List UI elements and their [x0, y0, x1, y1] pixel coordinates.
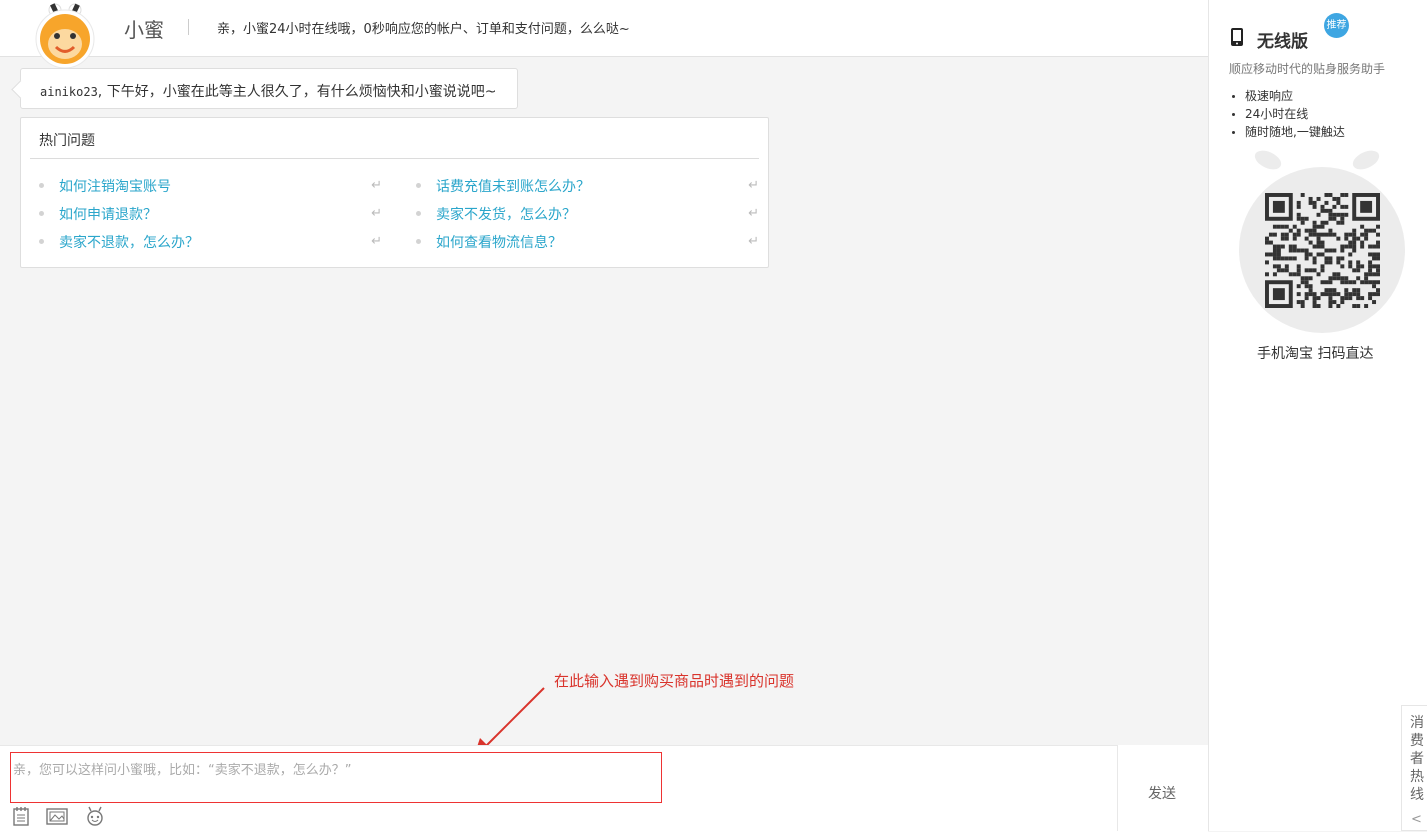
chat-input[interactable] [10, 752, 662, 803]
recommend-badge: 推荐 [1324, 13, 1349, 38]
bullet-dot [416, 239, 421, 244]
hot-question-item[interactable]: 卖家不退款，怎么办？ ↵ [39, 231, 384, 253]
bullet-dot [39, 183, 44, 188]
send-button[interactable]: 发送 [1148, 783, 1176, 803]
enter-icon: ↵ [748, 206, 759, 221]
greeting-message: ainiko23, 下午好，小蜜在此等主人很久了，有什么烦恼快和小蜜说说吧~ [40, 81, 496, 101]
consumer-hotline-tab[interactable]: 消费者热线 < [1401, 705, 1427, 831]
hot-question-item[interactable]: 话费充值未到账怎么办？ ↵ [416, 175, 761, 197]
feature-item: 极速响应 [1229, 87, 1345, 105]
qr-caption: 手机淘宝 扫码直达 [1257, 346, 1374, 362]
hot-questions-panel: 热门问题 如何注销淘宝账号 ↵ 如何申请退款？ ↵ 卖家不退款，怎么办？ ↵ 话… [20, 117, 769, 268]
enter-icon: ↵ [371, 178, 382, 193]
image-icon[interactable] [46, 806, 68, 826]
feature-item: 24小时在线 [1229, 105, 1345, 123]
hot-question-link[interactable]: 卖家不退款，怎么办？ [59, 232, 199, 252]
hot-question-item[interactable]: 如何查看物流信息？ ↵ [416, 231, 761, 253]
assistant-name: 小蜜 [124, 18, 164, 42]
hot-question-item[interactable]: 如何注销淘宝账号 ↵ [39, 175, 384, 197]
bubble-tail [11, 80, 30, 99]
mobile-version-title: 无线版 [1257, 32, 1308, 52]
xiaomi-bee-logo [35, 3, 95, 68]
greeting-bubble: ainiko23, 下午好，小蜜在此等主人很久了，有什么烦恼快和小蜜说说吧~ [11, 68, 518, 109]
bullet-dot [416, 211, 421, 216]
robot-face-icon[interactable] [84, 806, 106, 826]
bee-ear-left [1254, 150, 1282, 170]
hot-question-item[interactable]: 如何申请退款？ ↵ [39, 203, 384, 225]
hot-question-link[interactable]: 话费充值未到账怎么办？ [436, 176, 590, 196]
bullet-dot [39, 211, 44, 216]
send-area: 发送 [1117, 745, 1209, 831]
enter-icon: ↵ [748, 234, 759, 249]
bullet-dot [416, 183, 421, 188]
hot-questions-title: 热门问题 [39, 133, 95, 149]
mobile-promo-panel: 无线版 推荐 顺应移动时代的贴身服务助手 极速响应 24小时在线 随时随地,一键… [1208, 0, 1427, 831]
chevron-left-icon: < [1411, 812, 1422, 827]
feature-item: 随时随地,一键触达 [1229, 123, 1345, 141]
hot-question-link[interactable]: 如何注销淘宝账号 [59, 176, 171, 196]
notepad-icon[interactable] [10, 806, 32, 826]
feature-list: 极速响应 24小时在线 随时随地,一键触达 [1229, 87, 1345, 141]
mobile-subtitle: 顺应移动时代的贴身服务助手 [1229, 62, 1386, 76]
header-bar: 小蜜 亲，小蜜24小时在线哦，0秒响应您的帐户、订单和支付问题，么么哒~ [0, 0, 1208, 68]
hot-question-link[interactable]: 卖家不发货，怎么办？ [436, 204, 576, 224]
enter-icon: ↵ [371, 234, 382, 249]
annotation-note: 在此输入遇到购买商品时遇到的问题 [554, 672, 795, 690]
header-slogan: 亲，小蜜24小时在线哦，0秒响应您的帐户、订单和支付问题，么么哒~ [217, 22, 630, 37]
bullet-dot [39, 239, 44, 244]
greeting-body: , 下午好，小蜜在此等主人很久了，有什么烦恼快和小蜜说说吧~ [97, 84, 497, 100]
greeting-username: ainiko23 [40, 85, 98, 99]
hotline-label: 消费者热线 [1410, 715, 1424, 803]
hot-question-item[interactable]: 卖家不发货，怎么办？ ↵ [416, 203, 761, 225]
header-divider [188, 19, 189, 35]
hot-question-link[interactable]: 如何查看物流信息？ [436, 232, 562, 252]
bee-ear-right [1352, 150, 1380, 170]
enter-icon: ↵ [748, 178, 759, 193]
enter-icon: ↵ [371, 206, 382, 221]
hot-question-link[interactable]: 如何申请退款？ [59, 204, 157, 224]
hot-questions-divider [30, 158, 759, 159]
qr-code [1265, 193, 1380, 308]
phone-icon [1231, 28, 1243, 46]
